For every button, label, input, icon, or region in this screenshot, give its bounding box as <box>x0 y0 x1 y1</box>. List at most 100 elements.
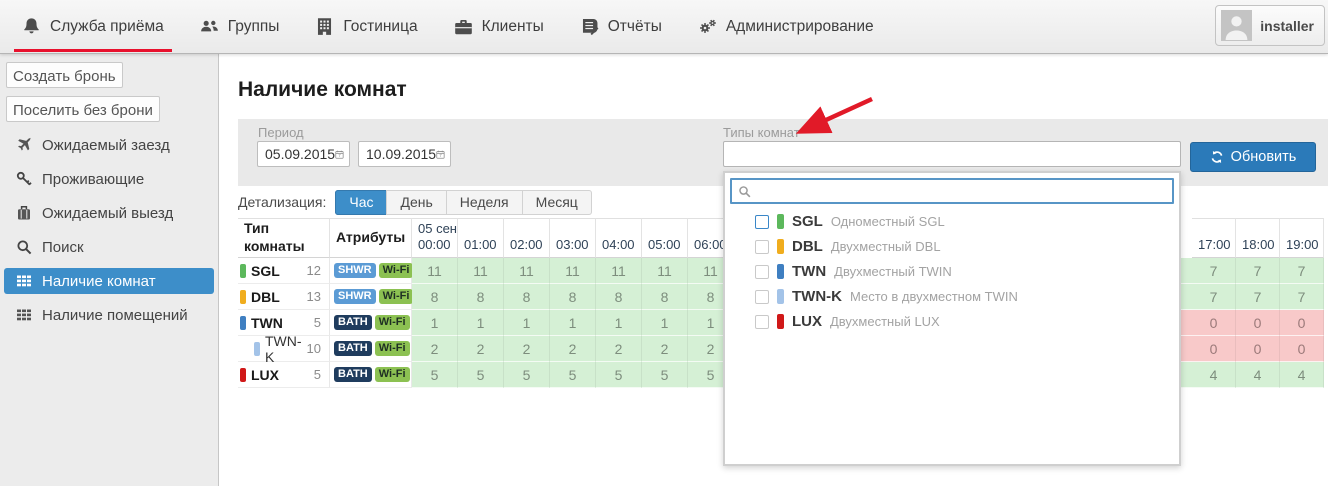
room-color-pill <box>777 264 784 279</box>
availability-cell: 7 <box>1192 258 1236 284</box>
sidebar-button[interactable]: Создать бронь <box>6 62 123 88</box>
availability-cell: 8 <box>550 284 596 310</box>
detalization-tab[interactable]: Час <box>335 190 388 215</box>
key-icon <box>16 171 32 187</box>
room-type-code: TWN <box>251 314 283 331</box>
availability-cell: 2 <box>504 336 550 362</box>
date-to-input[interactable]: 10.09.2015 7 <box>358 141 451 167</box>
room-types-combobox[interactable] <box>723 141 1181 167</box>
availability-cell: 11 <box>412 258 458 284</box>
room-color-pill <box>240 289 246 304</box>
availability-cell: 0 <box>1280 310 1324 336</box>
room-color-pill <box>240 315 246 330</box>
grid-icon <box>16 273 32 289</box>
dropdown-option[interactable]: TWN Двухместный TWIN <box>725 259 1179 284</box>
svg-text:7: 7 <box>439 153 442 158</box>
dropdown-option[interactable]: TWN-K Место в двухместном TWIN <box>725 284 1179 309</box>
detalization-tab[interactable]: День <box>386 190 447 215</box>
hotel-pms-app: Служба приёма Группы Гостиница Клиенты О… <box>0 0 1328 486</box>
availability-cell: 5 <box>642 362 688 388</box>
room-type-code: TWN <box>792 263 827 280</box>
dropdown-option[interactable]: LUX Двухместный LUX <box>725 309 1179 334</box>
nav-item[interactable]: Отчёты <box>580 0 662 53</box>
calendar-icon: 7 <box>335 150 344 159</box>
availability-cell: 1 <box>642 310 688 336</box>
col-header-hour: 01:00 <box>458 218 504 258</box>
sidebar-item[interactable]: Поиск <box>4 234 214 260</box>
checkbox[interactable] <box>755 239 769 254</box>
user-menu[interactable]: installer <box>1215 5 1325 46</box>
sidebar-item[interactable]: Наличие помещений <box>4 302 214 328</box>
availability-cell: 7 <box>1236 284 1280 310</box>
date-from-value: 05.09.2015 <box>265 146 336 162</box>
sidebar-item[interactable]: Наличие комнат <box>4 268 214 294</box>
sidebar-item[interactable]: Проживающие <box>4 166 214 192</box>
sidebar: Создать бронь Поселить без брони Ожидаемы… <box>0 54 219 486</box>
nav-item[interactable]: Клиенты <box>454 0 544 53</box>
sidebar-item[interactable]: Ожидаемый заезд <box>4 132 214 158</box>
availability-cell: 2 <box>596 336 642 362</box>
room-types-label: Типы комнат <box>723 125 800 140</box>
col-header-attrs: Атрибуты <box>330 218 412 258</box>
availability-cell: 7 <box>1192 284 1236 310</box>
svg-text:7: 7 <box>338 153 341 158</box>
availability-cell: 1 <box>504 310 550 336</box>
availability-cell: 2 <box>642 336 688 362</box>
room-type-code: SGL <box>792 213 823 230</box>
availability-cell: 1 <box>458 310 504 336</box>
availability-cell: 7 <box>1236 258 1280 284</box>
attributes-cell: BATH Wi-Fi <box>330 336 412 362</box>
room-color-pill <box>777 214 784 229</box>
period-label: Период <box>258 125 304 140</box>
checkbox[interactable] <box>755 214 769 229</box>
avatar <box>1221 10 1253 41</box>
nav-item[interactable]: Гостиница <box>315 0 418 53</box>
attr-badge: Wi-Fi <box>378 263 414 278</box>
availability-cell: 0 <box>1236 336 1280 362</box>
room-type-cell: DBL 13 <box>238 284 330 310</box>
dropdown-option[interactable]: DBL Двухместный DBL <box>725 234 1179 259</box>
dropdown-search-input[interactable] <box>757 182 1166 200</box>
bell-icon <box>22 17 41 36</box>
refresh-icon <box>1211 150 1223 164</box>
room-type-code: LUX <box>792 313 822 330</box>
availability-cell: 0 <box>1236 310 1280 336</box>
dropdown-option[interactable]: SGL Одноместный SGL <box>725 209 1179 234</box>
nav-item[interactable]: Администрирование <box>698 0 874 53</box>
checkbox[interactable] <box>755 314 769 329</box>
dropdown-search-box[interactable] <box>730 178 1174 204</box>
room-count: 5 <box>313 315 321 330</box>
availability-cell: 5 <box>458 362 504 388</box>
room-type-description: Двухместный DBL <box>830 239 941 254</box>
availability-cell: 0 <box>1192 310 1236 336</box>
gears-icon <box>698 17 717 36</box>
detalization-tab[interactable]: Месяц <box>521 190 592 215</box>
attr-badge: SHWR <box>334 289 376 304</box>
detalization-tab[interactable]: Неделя <box>445 190 523 215</box>
sidebar-item[interactable]: Ожидаемый выезд <box>4 200 214 226</box>
checkbox[interactable] <box>755 264 769 279</box>
refresh-button[interactable]: Обновить <box>1190 142 1316 172</box>
detalization-label: Детализация: <box>238 194 327 210</box>
room-type-description: Одноместный SGL <box>830 214 945 229</box>
availability-cell: 11 <box>458 258 504 284</box>
attr-badge: Wi-Fi <box>374 315 410 330</box>
nav-item[interactable]: Группы <box>200 0 279 53</box>
date-from-input[interactable]: 05.09.2015 7 <box>257 141 350 167</box>
attr-badge: Wi-Fi <box>374 367 410 382</box>
room-color-pill <box>777 314 784 329</box>
availability-cell: 8 <box>504 284 550 310</box>
checkbox[interactable] <box>755 289 769 304</box>
availability-cell: 7 <box>1280 258 1324 284</box>
availability-cell: 11 <box>550 258 596 284</box>
availability-cell: 8 <box>458 284 504 310</box>
room-type-description: Место в двухместном TWIN <box>849 289 1018 304</box>
attr-badge: SHWR <box>334 263 376 278</box>
availability-cell: 2 <box>412 336 458 362</box>
sidebar-button[interactable]: Поселить без брони <box>6 96 160 122</box>
availability-cell: 4 <box>1236 362 1280 388</box>
nav-item[interactable]: Служба приёма <box>14 0 172 53</box>
availability-cell: 5 <box>504 362 550 388</box>
attr-badge: Wi-Fi <box>378 289 414 304</box>
attr-badge: BATH <box>334 341 372 356</box>
